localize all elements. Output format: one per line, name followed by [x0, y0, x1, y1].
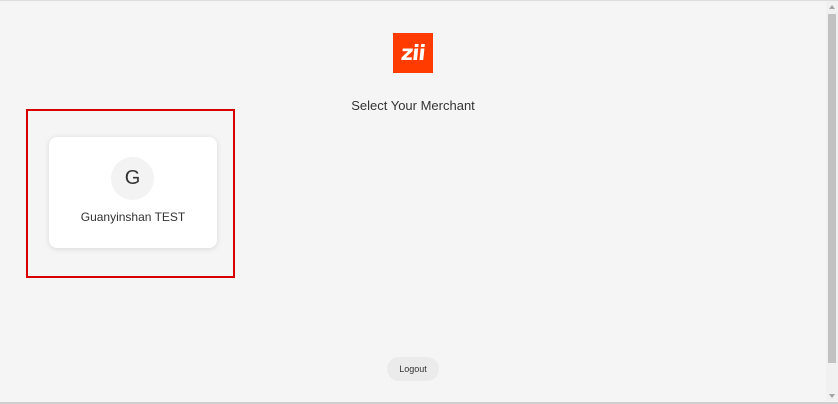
merchant-name: Guanyinshan TEST: [80, 210, 186, 224]
logo-text: zii: [399, 40, 427, 65]
merchant-avatar: G: [111, 157, 154, 200]
zii-logo: zii: [393, 33, 433, 73]
scroll-down-arrow-icon[interactable]: [829, 394, 835, 398]
vertical-scrollbar[interactable]: [826, 1, 838, 401]
merchant-card[interactable]: G Guanyinshan TEST: [49, 137, 217, 248]
merchant-select-page: zii Select Your Merchant G Guanyinshan T…: [0, 0, 838, 404]
scroll-up-arrow-icon[interactable]: [829, 5, 835, 9]
logout-button[interactable]: Logout: [387, 357, 439, 381]
scrollbar-thumb[interactable]: [828, 14, 836, 363]
